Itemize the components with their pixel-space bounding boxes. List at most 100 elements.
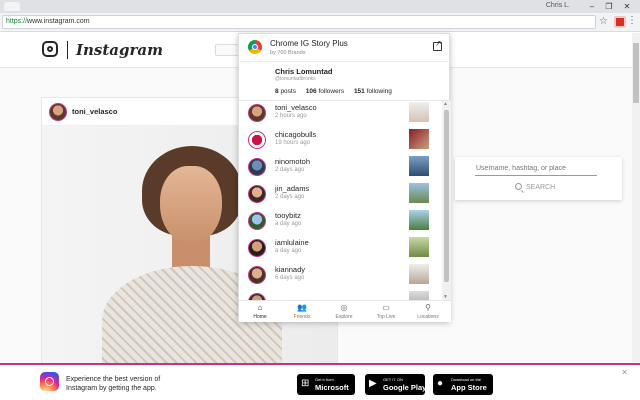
story-item[interactable]: chicagobulls 19 hours ago <box>239 128 442 155</box>
nav-locations[interactable]: ⚲ Locations <box>407 303 449 320</box>
story-time: 19 hours ago <box>275 140 311 146</box>
story-item[interactable]: ninomotoh 2 days ago <box>239 155 442 182</box>
extension-bottom-nav: ⌂ Home 👥 Friends ◎ Explore ▭ Top Live ⚲ Locat… <box>239 300 451 322</box>
chrome-logo-icon <box>248 40 262 54</box>
nav-top-live-label: Top Live <box>376 314 396 320</box>
story-item[interactable]: iamlulaine a day ago <box>239 236 442 263</box>
nav-explore[interactable]: ◎ Explore <box>323 303 365 320</box>
story-time: a day ago <box>275 221 302 227</box>
scroll-thumb[interactable] <box>444 110 449 282</box>
story-search-panel: SEARCH <box>455 157 622 200</box>
google-play-button[interactable]: ▶ GET IT ON Google Play <box>365 374 427 395</box>
profile-stats: 8 posts 106 followers 151 following <box>275 88 400 95</box>
browser-menu-icon[interactable]: ⋮ <box>627 15 637 26</box>
nav-explore-label: Explore <box>335 314 353 320</box>
posts-count: 8 <box>275 88 279 95</box>
banner-text: Experience the best version of Instagram… <box>66 376 161 392</box>
story-thumbnail <box>409 237 429 257</box>
story-username: ninomotoh <box>275 157 311 166</box>
story-item[interactable]: kiannady 6 days ago <box>239 263 442 290</box>
story-list-scrollbar[interactable]: ▲ ▼ <box>442 101 451 300</box>
browser-chrome: Chris L. – ❐ ✕ https://www.instagram.com… <box>0 0 640 32</box>
story-time: 2 hours ago <box>275 113 307 119</box>
nav-home[interactable]: ⌂ Home <box>239 303 281 320</box>
restore-icon[interactable]: ❐ <box>602 1 616 12</box>
story-thumbnail <box>409 102 429 122</box>
story-time: 6 days ago <box>275 275 305 281</box>
following-label: following <box>366 88 392 95</box>
apple-small-label: Download on the <box>451 377 482 382</box>
scroll-up-icon[interactable]: ▲ <box>443 101 448 107</box>
bookmark-star-icon[interactable]: ☆ <box>599 16 608 27</box>
post-avatar[interactable] <box>49 103 67 121</box>
story-thumbnail <box>409 156 429 176</box>
extension-toolbar-icon[interactable] <box>614 16 626 28</box>
extension-title: Chrome IG Story Plus <box>270 39 348 48</box>
story-time: 2 days ago <box>275 167 305 173</box>
extension-subtitle: by 700 Brands <box>270 50 306 56</box>
story-username: kiannady <box>275 265 306 274</box>
story-avatar <box>248 293 266 300</box>
get-app-banner: Experience the best version of Instagram… <box>0 363 640 400</box>
post-username[interactable]: toni_velasco <box>72 107 117 116</box>
compass-icon: ◎ <box>340 303 348 312</box>
nav-top-live[interactable]: ▭ Top Live <box>365 303 407 320</box>
story-item[interactable]: tooybitz a day ago <box>239 209 442 236</box>
story-item[interactable]: toni_velasco 2 hours ago <box>239 101 442 128</box>
story-avatar <box>248 104 266 122</box>
story-avatar <box>248 185 266 203</box>
windows-icon: ⊞ <box>301 378 310 389</box>
following-count: 151 <box>353 88 365 95</box>
google-big-label: Google Play <box>383 383 427 392</box>
story-avatar <box>248 212 266 230</box>
profile-chip[interactable]: Chris L. <box>546 2 570 9</box>
extension-header: Chrome IG Story Plus by 700 Brands <box>239 34 451 62</box>
page-scrollbar[interactable] <box>632 33 640 362</box>
nav-friends-label: Friends <box>293 314 311 320</box>
apple-big-label: App Store <box>451 383 487 392</box>
story-thumbnail <box>409 129 429 149</box>
microsoft-store-button[interactable]: ⊞ Get it from Microsoft <box>297 374 355 395</box>
close-window-icon[interactable]: ✕ <box>620 1 634 12</box>
story-username: iamlulaine <box>275 238 309 247</box>
story-item[interactable] <box>239 290 442 300</box>
nav-home-label: Home <box>253 314 267 320</box>
story-list: toni_velasco 2 hours ago chicagobulls 19… <box>239 101 442 300</box>
url-host: www.instagram.com <box>27 18 90 25</box>
page-scroll-thumb[interactable] <box>633 43 639 103</box>
browser-tab[interactable] <box>4 2 20 11</box>
story-time: a day ago <box>275 248 302 254</box>
profile-name[interactable]: Chris Lomuntad <box>275 67 333 76</box>
posts-label: posts <box>280 88 296 95</box>
app-store-button[interactable]: ● Download on the App Store <box>433 374 493 395</box>
tab-strip: Chris L. – ❐ ✕ <box>0 0 640 13</box>
photo-face <box>160 166 222 244</box>
friends-icon: 👥 <box>297 303 307 312</box>
profile-handle: @lomuntadbronks <box>275 76 316 82</box>
instagram-camera-icon[interactable] <box>42 41 58 57</box>
story-username: jin_adams <box>275 184 310 193</box>
story-item[interactable]: jin_adams 2 days ago <box>239 182 442 209</box>
close-icon[interactable]: ✕ <box>621 368 628 377</box>
microsoft-small-label: Get it from <box>315 377 334 382</box>
followers-label: followers <box>318 88 345 95</box>
location-pin-icon: ⚲ <box>425 303 431 312</box>
search-icon <box>515 183 522 190</box>
microsoft-big-label: Microsoft <box>315 383 349 392</box>
story-thumbnail <box>409 291 429 300</box>
minimize-icon[interactable]: – <box>585 1 599 12</box>
address-bar[interactable]: https://www.instagram.com <box>2 15 596 29</box>
story-thumbnail <box>409 183 429 203</box>
open-in-new-icon[interactable] <box>433 39 442 51</box>
nav-friends[interactable]: 👥 Friends <box>281 303 323 320</box>
story-username: chicagobulls <box>275 130 317 139</box>
google-small-label: GET IT ON <box>383 377 403 382</box>
story-search-input[interactable] <box>475 162 597 176</box>
story-search-button[interactable]: SEARCH <box>515 183 555 191</box>
header-divider <box>67 41 68 59</box>
story-avatar <box>248 131 266 149</box>
instagram-wordmark[interactable]: Instagram <box>76 41 163 59</box>
live-video-icon: ▭ <box>382 303 390 312</box>
extension-popup: Chrome IG Story Plus by 700 Brands Chris… <box>238 33 451 322</box>
profile-summary: Chris Lomuntad @lomuntadbronks 8 posts 1… <box>239 63 451 101</box>
